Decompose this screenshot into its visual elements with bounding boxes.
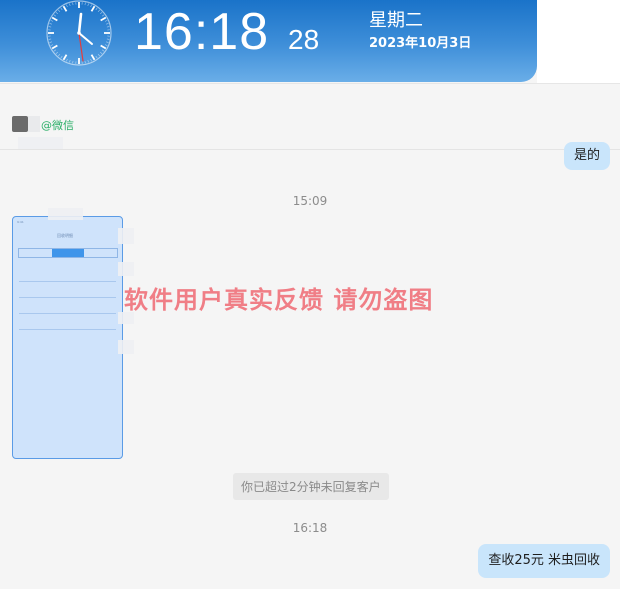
- clock-tick: [90, 5, 96, 12]
- clock-tick: [106, 38, 110, 40]
- clock-tick: [60, 55, 63, 59]
- clock-tick: [84, 2, 86, 6]
- chat-header: @微信: [0, 84, 620, 150]
- top-right-strip: [537, 0, 620, 84]
- blur-patch: [118, 262, 134, 276]
- clock-tick: [101, 49, 105, 52]
- clock-tick: [72, 60, 74, 64]
- clock-tick: [50, 20, 54, 22]
- clock-tick: [58, 9, 61, 13]
- system-notice: 你已超过2分钟未回复客户: [233, 473, 389, 500]
- mini-row: [19, 297, 116, 298]
- clock-tick: [62, 5, 68, 12]
- clock-tick: [48, 38, 52, 40]
- blur-patch: [118, 228, 134, 244]
- message-timestamp: 16:18: [292, 521, 328, 535]
- clock-tick: [55, 12, 59, 15]
- clock-tick: [90, 58, 92, 62]
- clock-tick: [84, 60, 86, 64]
- clock-tick: [90, 54, 96, 61]
- mini-tabs: [18, 248, 118, 258]
- blur-patch: [48, 208, 83, 220]
- mini-row: [19, 329, 116, 330]
- avatar[interactable]: [12, 116, 28, 132]
- contact-name-redacted: [28, 116, 40, 132]
- message-bubble-outgoing[interactable]: 查收25元 米虫回收: [478, 544, 610, 578]
- analog-clock-icon: [46, 0, 112, 66]
- clock-tick: [106, 23, 109, 25]
- mini-row: [19, 281, 116, 282]
- clock-tick: [100, 44, 107, 50]
- mini-row: [19, 313, 116, 314]
- clock-tick: [55, 51, 59, 54]
- clock-tick: [90, 4, 92, 8]
- clock-tick: [106, 41, 109, 43]
- clock-date: 2023年10月3日: [369, 36, 472, 51]
- clock-tick: [53, 14, 57, 17]
- clock-banner: 16:18 28 星期二 2023年10月3日: [0, 0, 537, 82]
- clock-tick: [69, 3, 71, 6]
- clock-tick: [51, 44, 58, 50]
- clock-tick: [49, 41, 52, 43]
- clock-tick: [58, 53, 61, 57]
- clock-tick: [95, 55, 98, 59]
- clock-tick: [87, 3, 89, 6]
- clock-tick: [106, 26, 110, 28]
- clock-tick: [99, 51, 103, 54]
- mini-title: 回收明细: [57, 233, 73, 238]
- clock-tick: [66, 4, 68, 8]
- clock-tick: [50, 44, 54, 46]
- clock-tick: [104, 44, 108, 46]
- image-message[interactable]: 9:41 回收明细: [12, 216, 123, 459]
- clock-tick: [87, 60, 89, 63]
- clock-tick: [51, 16, 58, 22]
- clock-tick: [100, 16, 107, 22]
- clock-tick: [101, 14, 105, 17]
- clock-tick: [60, 7, 63, 11]
- watermark: 软件用户真实反馈 请勿盗图: [124, 286, 434, 314]
- clock-tick: [69, 60, 71, 63]
- clock-tick: [104, 20, 108, 22]
- clock-tick: [48, 26, 52, 28]
- clock-tick: [97, 9, 100, 13]
- message-bubble-outgoing[interactable]: 是的: [563, 142, 610, 170]
- clock-tick: [95, 7, 98, 11]
- clock-tick: [66, 58, 68, 62]
- blur-patch: [18, 137, 63, 149]
- clock-seconds: 28: [288, 24, 320, 55]
- clock-weekday: 星期二: [369, 10, 423, 31]
- message-timestamp: 15:09: [292, 194, 328, 208]
- clock-time: 16:18: [134, 3, 270, 61]
- clock-tick: [53, 49, 57, 52]
- blur-patch: [118, 340, 134, 354]
- contact-source-label: @微信: [41, 119, 74, 132]
- mini-status: 9:41: [17, 220, 24, 224]
- clock-tick: [62, 54, 68, 61]
- clock-tick: [97, 53, 100, 57]
- clock-tick: [49, 23, 52, 25]
- clock-tick: [72, 2, 74, 6]
- clock-tick: [99, 12, 103, 15]
